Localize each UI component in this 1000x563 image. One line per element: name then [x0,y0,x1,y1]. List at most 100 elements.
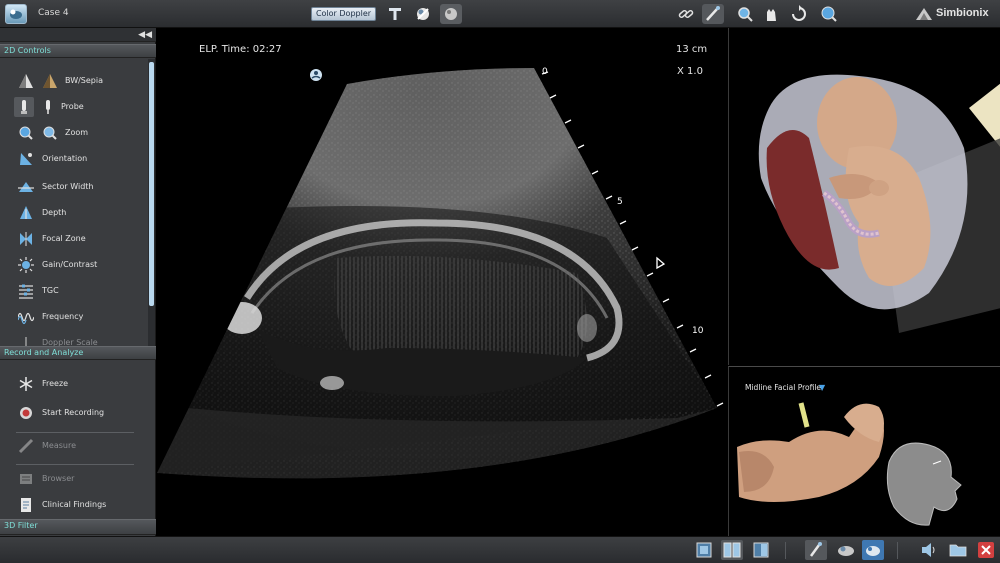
fetal-profile-model [737,402,962,526]
section-header-record-analyze[interactable]: Record and Analyze [0,346,156,360]
zoom-readout: X 1.0 [677,66,703,77]
measure-icon [18,438,34,454]
section-header-2d-controls[interactable]: 2D Controls [0,44,156,58]
panel-top-strip: ◀◀ [0,28,156,42]
bottom-toolbar [0,536,1000,563]
depth-icon[interactable] [18,205,34,221]
control-gain-contrast[interactable]: Gain/Contrast [0,254,148,276]
folder-icon[interactable] [949,541,967,559]
record-item-label: Browser [42,474,75,483]
orientation-icon[interactable] [18,151,34,167]
control-focal-zone[interactable]: Focal Zone [0,228,148,250]
control-bw-sepia[interactable]: BW/Sepia [0,70,148,92]
triple-view-icon[interactable] [752,541,770,559]
record-item-label: Start Recording [42,408,105,417]
app-window: Case 4 Color Doppler Simbionix 2D Contro… [0,0,1000,563]
control-label: Zoom [65,128,89,137]
control-zoom[interactable]: Zoom [0,122,148,144]
section-title: 3D Filter [4,521,38,530]
control-label: Orientation [42,154,88,163]
dual-view-icon[interactable] [721,540,743,560]
link-icon[interactable] [677,5,695,23]
control-label: Sector Width [42,182,94,191]
record-item-measure: Measure [0,435,148,457]
fetus-model-icon[interactable] [836,541,856,559]
record-icon[interactable] [18,405,34,421]
divider [16,464,134,465]
hand-pan-icon[interactable] [762,5,780,23]
fetus-3d-model [758,74,1000,333]
color-doppler-button[interactable]: Color Doppler [311,7,376,21]
case-label: Case 4 [38,8,69,18]
volume-icon[interactable] [920,541,938,559]
record-item-label: Freeze [42,379,69,388]
control-doppler-scale[interactable]: Doppler Scale [0,332,148,346]
zoom-out-icon[interactable] [42,125,58,141]
fetus-model-alt-icon[interactable] [862,540,884,560]
control-label: Probe [61,102,84,111]
zoom-icon[interactable] [820,5,838,23]
section-title: 2D Controls [4,46,51,55]
collapse-panel-icon[interactable]: ◀◀ [138,29,152,41]
tgc-icon[interactable] [18,283,34,299]
record-item-label: Clinical Findings [42,500,107,509]
single-view-icon[interactable] [695,541,713,559]
rotate-icon[interactable] [790,5,808,23]
zoom-icon[interactable] [18,125,34,141]
control-probe[interactable]: Probe [0,96,148,118]
control-label: Doppler Scale [42,338,98,346]
elapsed-time-label: ELP. Time: 02:27 [199,44,282,55]
focal-zone-icon[interactable] [18,231,34,247]
fetus-view-icon[interactable] [414,5,432,23]
control-frequency[interactable]: Frequency [0,306,148,328]
sector-width-icon[interactable] [18,179,34,195]
record-item-freeze[interactable]: Freeze [0,373,148,395]
control-sector-width[interactable]: Sector Width [0,176,148,198]
fetus-3d-view[interactable] [728,28,1000,365]
control-label: BW/Sepia [65,76,104,85]
scale-label-0: 0 [542,67,548,77]
scale-label-5: 5 [617,197,623,207]
frequency-icon[interactable] [17,309,35,325]
browser-icon [18,471,34,487]
magnify-icon[interactable] [736,5,754,23]
depth-readout: 13 cm [676,44,708,55]
control-label: Focal Zone [42,234,86,243]
control-label: Gain/Contrast [42,260,98,269]
control-label: Frequency [42,312,84,321]
record-item-start-recording[interactable]: Start Recording [0,402,148,424]
record-item-label: Measure [42,441,76,450]
ultrasound-image [157,68,724,479]
controls-scrollbar-thumb[interactable] [149,62,154,306]
app-logo-icon[interactable] [5,4,27,24]
divider [16,432,134,433]
doppler-scale-icon [18,335,34,346]
clinical-findings-icon[interactable] [18,497,34,513]
brand-name: Simbionix [936,7,989,19]
gain-contrast-icon[interactable] [18,257,34,273]
control-tgc[interactable]: TGC [0,280,148,302]
control-label: Depth [42,208,67,217]
simbionix-logo-icon [914,6,932,24]
control-depth[interactable]: Depth [0,202,148,224]
freeze-icon[interactable] [18,376,34,392]
scale-label-10: 10 [692,326,704,336]
probe-tool-icon[interactable] [386,5,404,23]
control-orientation[interactable]: Orientation [0,148,148,170]
probe-alt-icon[interactable] [40,99,56,115]
fetus-heart-icon[interactable] [440,4,462,24]
record-item-clinical-findings[interactable]: Clinical Findings [0,494,148,516]
bw-icon[interactable] [18,73,34,89]
section-title: Record and Analyze [4,348,84,357]
section-header-3d-filter[interactable]: 3D Filter [0,519,156,535]
top-toolbar: Case 4 Color Doppler Simbionix [0,0,1000,28]
probe-icon[interactable] [14,97,34,117]
record-item-browser: Browser [0,468,148,490]
toolbar-separator [785,542,786,559]
midline-facial-profile-view[interactable]: Midline Facial Profile ▼ [728,366,1000,536]
probe-cart-icon[interactable] [805,540,827,560]
sepia-icon[interactable] [42,73,58,89]
ultrasound-view[interactable]: ELP. Time: 02:27 13 cm X 1.0 0 5 10 [157,28,727,536]
close-icon[interactable] [977,541,995,559]
probe-pen-icon[interactable] [702,4,724,24]
